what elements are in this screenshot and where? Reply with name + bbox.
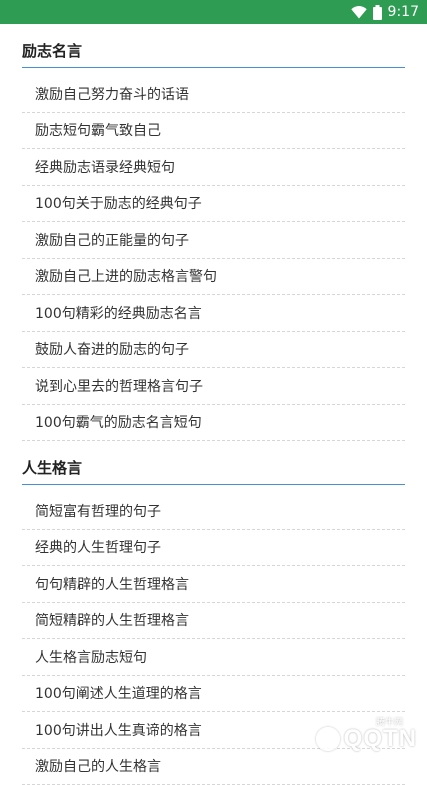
list-item[interactable]: 经典的人生哲理句子	[22, 530, 405, 567]
section-title: 励志名言	[22, 24, 405, 68]
list-item[interactable]: 100句阐述人生道理的格言	[22, 676, 405, 713]
list-item[interactable]: 经典励志语录经典短句	[22, 149, 405, 186]
list-item[interactable]: 激励自己的人生格言	[22, 749, 405, 785]
list-item[interactable]: 激励自己努力奋斗的话语	[22, 76, 405, 113]
watermark-icon	[316, 727, 340, 751]
section-motivational-quotes: 励志名言 激励自己努力奋斗的话语 励志短句霸气致自己 经典励志语录经典短句 10…	[22, 24, 405, 441]
watermark-small-text: 腾牛网	[376, 715, 403, 728]
list-item[interactable]: 简短富有哲理的句子	[22, 493, 405, 530]
list-item[interactable]: 100句关于励志的经典句子	[22, 186, 405, 223]
list-item[interactable]: 100句精彩的经典励志名言	[22, 295, 405, 332]
list-item[interactable]: 100句霸气的励志名言短句	[22, 405, 405, 442]
quote-list: 激励自己努力奋斗的话语 励志短句霸气致自己 经典励志语录经典短句 100句关于励…	[22, 68, 405, 441]
list-item[interactable]: 励志短句霸气致自己	[22, 113, 405, 150]
list-item[interactable]: 激励自己的正能量的句子	[22, 222, 405, 259]
list-item[interactable]: 简短精辟的人生哲理格言	[22, 603, 405, 640]
list-item[interactable]: 鼓励人奋进的励志的句子	[22, 332, 405, 369]
status-bar: 9:17	[0, 0, 427, 24]
main-content: 励志名言 激励自己努力奋斗的话语 励志短句霸气致自己 经典励志语录经典短句 10…	[0, 24, 427, 785]
list-item[interactable]: 句句精辟的人生哲理格言	[22, 566, 405, 603]
watermark-text: QQTN	[344, 725, 417, 753]
battery-icon	[373, 5, 382, 20]
section-title: 人生格言	[22, 441, 405, 485]
list-item[interactable]: 人生格言励志短句	[22, 639, 405, 676]
watermark-logo: 腾牛网 QQTN	[316, 725, 417, 753]
status-time: 9:17	[388, 4, 419, 20]
wifi-icon	[351, 6, 367, 19]
list-item[interactable]: 说到心里去的哲理格言句子	[22, 368, 405, 405]
list-item[interactable]: 激励自己上进的励志格言警句	[22, 259, 405, 296]
